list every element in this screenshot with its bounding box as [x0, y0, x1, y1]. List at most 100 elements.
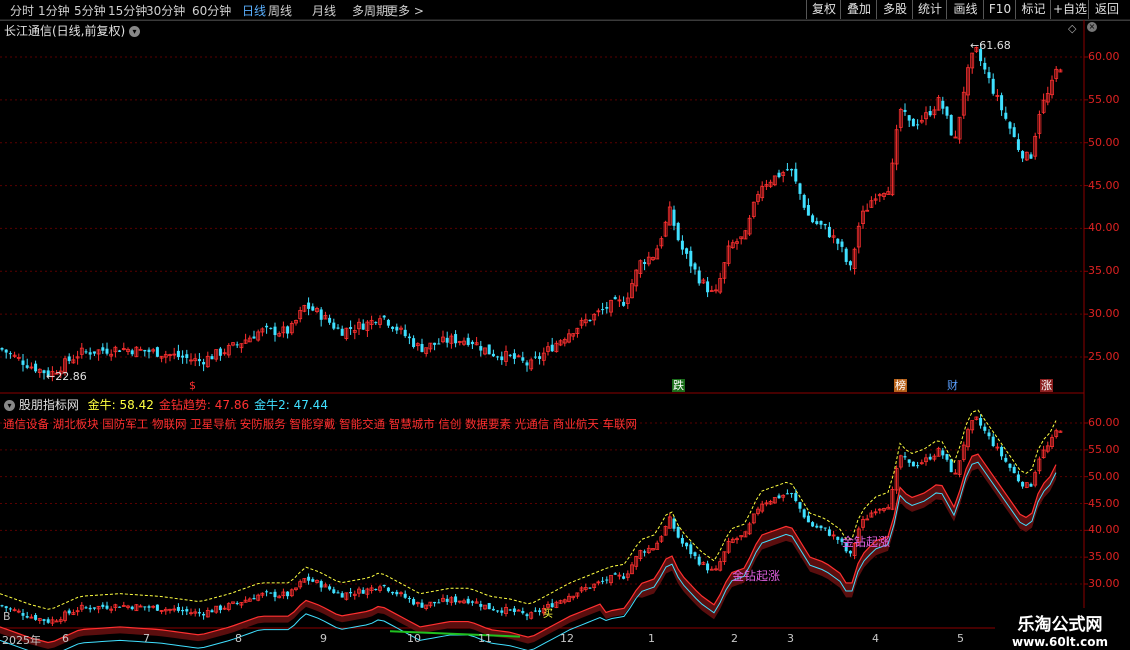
candle-body [67, 610, 71, 614]
candle-body [991, 78, 995, 94]
candle-body [46, 619, 50, 623]
signal-label: 金钻起涨 [842, 535, 891, 549]
candle-body [979, 418, 983, 426]
event-marker[interactable]: 跌 [672, 379, 685, 392]
candle-body [105, 348, 109, 354]
month-tick: 9 [320, 632, 327, 645]
candle-body [916, 124, 920, 126]
candle-body [218, 348, 222, 356]
candle-body [605, 306, 609, 309]
candle-body [802, 194, 806, 208]
price-tick: 40.00 [1088, 221, 1120, 235]
candle-body [706, 281, 710, 293]
candle-body [382, 584, 386, 587]
candle-body [487, 603, 491, 610]
candle-body [538, 356, 542, 359]
candle-body [374, 588, 378, 590]
candle-body [332, 589, 336, 594]
candle-body [4, 606, 8, 609]
candle-body [491, 353, 495, 357]
candle-body [105, 605, 109, 609]
year-label: 2025年 [2, 634, 41, 647]
candle-body [1012, 466, 1016, 474]
candle-body [130, 606, 134, 610]
candle-body [4, 349, 8, 353]
candle-body [676, 222, 680, 241]
candle-body [693, 263, 697, 270]
candle-body [155, 347, 159, 357]
candle-body [340, 593, 344, 598]
candle-body [470, 341, 474, 345]
candle-body [1004, 112, 1008, 119]
candle-body [407, 336, 411, 339]
price-tick: 30.00 [1088, 577, 1120, 590]
candle-body [210, 356, 214, 360]
candle-body [185, 609, 189, 612]
candle-body [911, 461, 915, 467]
candle-body [1012, 127, 1016, 138]
candle-body [176, 350, 180, 358]
candle-body [420, 343, 424, 352]
price-tick: 30.00 [1088, 307, 1120, 321]
candle-body [903, 109, 907, 112]
indicator-name: 股朋指标网 [18, 398, 79, 412]
candle-body [101, 347, 105, 351]
trend-ribbon [0, 454, 1056, 649]
candle-body [433, 601, 437, 604]
candle-body [42, 619, 46, 621]
price-tick: 35.00 [1088, 264, 1120, 278]
candle-body [613, 297, 617, 300]
kline-chart[interactable] [0, 0, 1130, 650]
candle-body [907, 115, 911, 121]
candle-body [361, 323, 365, 330]
candle-body [466, 598, 470, 604]
price-tick: 50.00 [1088, 469, 1120, 483]
candle-body [25, 616, 29, 618]
candle-body [374, 322, 378, 324]
candle-body [101, 604, 105, 607]
watermark: 乐淘公式网 www.60lt.com [995, 608, 1125, 650]
candle-body [525, 362, 529, 366]
candle-body [672, 518, 676, 529]
candle-body [819, 525, 823, 528]
candle-body [685, 542, 689, 547]
candle-body [395, 591, 399, 595]
sector-tags: 通信设备 湖北板块 国防军工 物联网 卫星导航 安防服务 智能穿戴 智能交通 智… [3, 417, 638, 431]
candle-body [332, 322, 336, 329]
candle-body [525, 614, 529, 617]
candle-body [1004, 457, 1008, 462]
candle-body [806, 515, 810, 523]
indicator-value: 金牛2: 47.44 [254, 398, 328, 412]
event-marker[interactable]: 涨 [1040, 379, 1053, 392]
candle-body [265, 325, 269, 328]
candle-body [34, 363, 38, 372]
candle-body [0, 605, 4, 607]
candle-body [273, 326, 277, 336]
candle-body [550, 344, 554, 352]
price-tick: 40.00 [1088, 523, 1120, 537]
candle-body [945, 454, 949, 460]
candle-body [340, 328, 344, 336]
candle-body [67, 356, 71, 362]
low-price-label: ←22.86 [46, 370, 87, 383]
candle-body [395, 326, 399, 331]
event-marker[interactable]: 榜 [894, 379, 907, 392]
event-marker[interactable]: 财 [946, 379, 959, 392]
candle-body [983, 62, 987, 70]
indicator-header: ▾ 股朋指标网 金牛: 58.42 金钻趋势: 47.86 金牛2: 47.44 [4, 396, 328, 413]
candle-body [155, 604, 159, 611]
month-tick: 1 [648, 632, 655, 645]
candle-body [147, 606, 151, 608]
chevron-down-icon[interactable]: ▾ [4, 400, 15, 411]
price-tick: 35.00 [1088, 550, 1120, 564]
candle-body [273, 591, 277, 598]
candle-body [827, 529, 831, 536]
candle-body [386, 319, 390, 326]
month-tick: 2 [731, 632, 738, 645]
candle-body [928, 111, 932, 116]
event-marker[interactable]: $ [188, 379, 197, 392]
month-tick: 6 [62, 632, 69, 645]
candle-body [643, 262, 647, 264]
candle-body [197, 612, 201, 614]
month-tick: 5 [957, 632, 964, 645]
